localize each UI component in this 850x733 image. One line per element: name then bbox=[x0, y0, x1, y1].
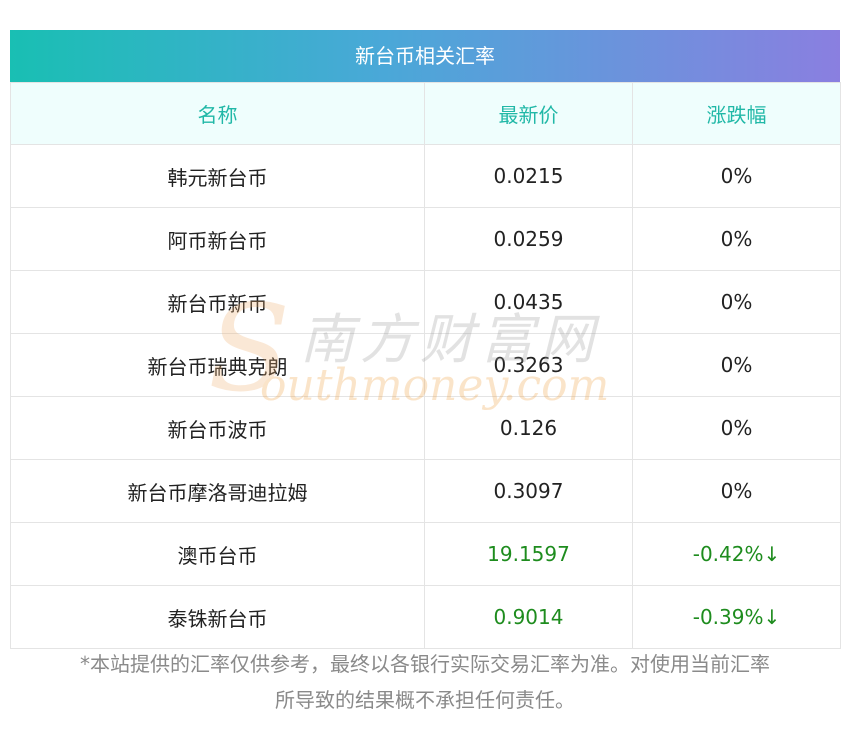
rate-change-cell: -0.39%↓ bbox=[632, 585, 841, 649]
rate-change-cell: 0% bbox=[632, 207, 841, 271]
column-header-price: 最新价 bbox=[424, 82, 633, 145]
rate-table-card: 新台币相关汇率 名称 最新价 涨跌幅 韩元新台币 0.0215 0% 阿币新台币 0.0… bbox=[10, 30, 841, 649]
table-row: 韩元新台币 0.0215 0% bbox=[10, 144, 841, 208]
rate-change-cell: 0% bbox=[632, 396, 841, 460]
table-header-row: 名称 最新价 涨跌幅 bbox=[10, 82, 841, 145]
table-title: 新台币相关汇率 bbox=[10, 30, 840, 82]
rate-price-cell: 0.9014 bbox=[424, 585, 633, 649]
rate-change-cell: 0% bbox=[632, 270, 841, 334]
column-header-name: 名称 bbox=[10, 82, 425, 145]
rate-name-cell: 新台币波币 bbox=[10, 396, 425, 460]
rate-name-cell: 新台币摩洛哥迪拉姆 bbox=[10, 459, 425, 523]
rate-price-cell: 0.0215 bbox=[424, 144, 633, 208]
rate-name-cell: 新台币新币 bbox=[10, 270, 425, 334]
rate-price-cell: 0.3263 bbox=[424, 333, 633, 397]
table-row: 阿币新台币 0.0259 0% bbox=[10, 207, 841, 271]
table-row: 泰铢新台币 0.9014 -0.39%↓ bbox=[10, 585, 841, 649]
rate-change-cell: 0% bbox=[632, 333, 841, 397]
rate-price-cell: 0.0435 bbox=[424, 270, 633, 334]
disclaimer-line-1: *本站提供的汇率仅供参考，最终以各银行实际交易汇率为准。对使用当前汇率 bbox=[80, 652, 770, 676]
rate-price-cell: 0.0259 bbox=[424, 207, 633, 271]
rate-price-cell: 0.3097 bbox=[424, 459, 633, 523]
table-row: 澳币台币 19.1597 -0.42%↓ bbox=[10, 522, 841, 586]
rate-change-cell: 0% bbox=[632, 144, 841, 208]
rate-price-cell: 19.1597 bbox=[424, 522, 633, 586]
table-row: 新台币波币 0.126 0% bbox=[10, 396, 841, 460]
rate-name-cell: 韩元新台币 bbox=[10, 144, 425, 208]
disclaimer-note: *本站提供的汇率仅供参考，最终以各银行实际交易汇率为准。对使用当前汇率 所导致的… bbox=[10, 646, 840, 718]
table-row: 新台币摩洛哥迪拉姆 0.3097 0% bbox=[10, 459, 841, 523]
rate-change-cell: -0.42%↓ bbox=[632, 522, 841, 586]
rate-name-cell: 阿币新台币 bbox=[10, 207, 425, 271]
rate-table: 名称 最新价 涨跌幅 韩元新台币 0.0215 0% 阿币新台币 0.0259 0% 新台币… bbox=[10, 82, 841, 649]
rate-name-cell: 澳币台币 bbox=[10, 522, 425, 586]
column-header-change: 涨跌幅 bbox=[632, 82, 841, 145]
rate-change-cell: 0% bbox=[632, 459, 841, 523]
table-row: 新台币瑞典克朗 0.3263 0% bbox=[10, 333, 841, 397]
table-row: 新台币新币 0.0435 0% bbox=[10, 270, 841, 334]
rate-name-cell: 新台币瑞典克朗 bbox=[10, 333, 425, 397]
rate-price-cell: 0.126 bbox=[424, 396, 633, 460]
rate-name-cell: 泰铢新台币 bbox=[10, 585, 425, 649]
disclaimer-line-2: 所导致的结果概不承担任何责任。 bbox=[275, 688, 575, 712]
